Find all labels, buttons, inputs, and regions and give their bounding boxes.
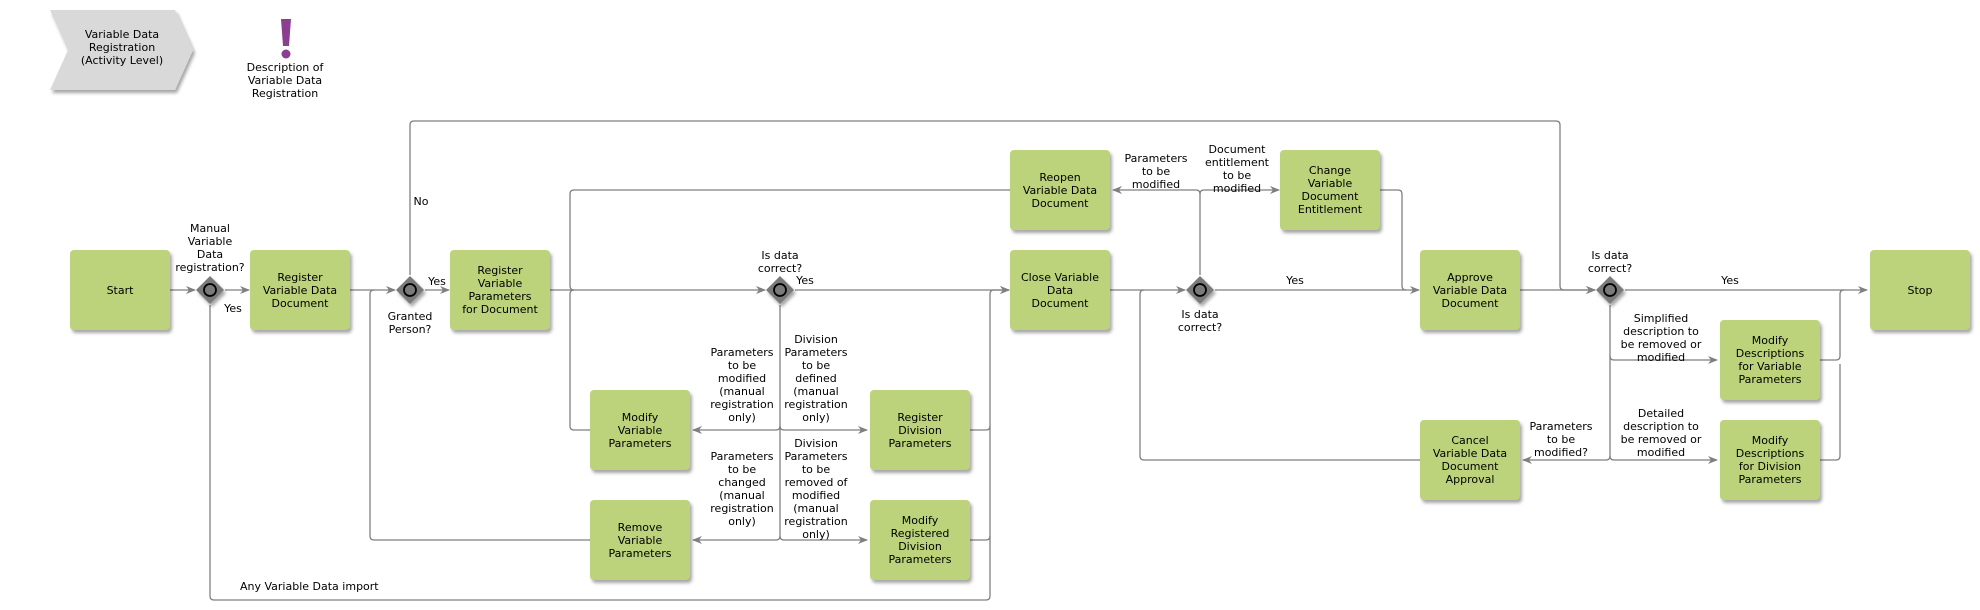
gateway-g5-label: Is data correct?: [1587, 249, 1633, 275]
activity-modify-registered-division-parameters[interactable]: Modify Registered Division Parameters: [870, 500, 970, 580]
description-label: Description of Variable Data Registratio…: [246, 61, 324, 100]
edge-desc-vp-merge: [1820, 289, 1845, 361]
gateway-g4[interactable]: [1186, 276, 1214, 304]
edge-g2-no: [409, 120, 1596, 294]
activity-modify-descriptions-variable-parameters[interactable]: Modify Descriptions for Variable Paramet…: [1720, 320, 1820, 400]
edge-change-approve: [1380, 189, 1407, 291]
activity-change-document-entitlement[interactable]: Change Variable Document Entitlement: [1280, 150, 1380, 230]
edge-label-g1-yes: Yes: [224, 302, 242, 315]
gateway-g2[interactable]: [396, 276, 424, 304]
activity-register-division-parameters[interactable]: Register Division Parameters: [870, 390, 970, 470]
edge-label-entitlement-modified: Document entitlement to be modified: [1204, 143, 1269, 195]
activity-register-variable-data-document[interactable]: Register Variable Data Document: [250, 250, 350, 330]
edge-desc-dp-merge: [1820, 364, 1841, 461]
activity-close-variable-data-document[interactable]: Close Variable Data Document: [1010, 250, 1110, 330]
edge-modify-vp-loop: [569, 289, 590, 431]
gateway-g3-label: Is data correct?: [757, 249, 803, 275]
edge-label-detailed-description: Detailed description to be removed or mo…: [1620, 407, 1702, 459]
edge-label-any-import: Any Variable Data import: [240, 580, 379, 593]
edge-label-g2-no: No: [413, 195, 429, 208]
process-interface-label: Variable Data Registration (Activity Lev…: [80, 28, 164, 67]
edge-label-g3-yes: Yes: [796, 274, 814, 287]
gateway-g5[interactable]: [1596, 276, 1624, 304]
activity-register-variable-parameters[interactable]: Register Variable Parameters for Documen…: [450, 250, 550, 330]
edge-label-params-changed-manual: Parameters to be changed (manual registr…: [710, 450, 774, 528]
edge-label-g4-yes: Yes: [1286, 274, 1304, 287]
edge-g3-modify-vp: [692, 425, 781, 434]
edge-register-dp-merge: [970, 425, 991, 431]
edge-g3-register-dp: [779, 425, 868, 434]
gateway-g4-label: Is data correct?: [1177, 308, 1223, 334]
exclamation-icon[interactable]: [281, 19, 291, 59]
edge-modify-rdp-merge: [970, 535, 991, 541]
gateway-g1-label: Manual Variable Data registration?: [175, 222, 245, 274]
edge-label-params-modified-manual: Parameters to be modified (manual regist…: [710, 346, 774, 424]
edge-label-params-to-be-modified: Parameters to be modified: [1124, 152, 1188, 191]
edge-label-division-defined-manual: Division Parameters to be defined (manua…: [784, 333, 848, 424]
gateway-g2-label: Granted Person?: [387, 310, 433, 336]
gateway-g3[interactable]: [766, 276, 794, 304]
edge-label-simplified-description: Simplified description to be removed or …: [1620, 312, 1702, 364]
activity-remove-variable-parameters[interactable]: Remove Variable Parameters: [590, 500, 690, 580]
end-event-stop[interactable]: Stop: [1870, 250, 1970, 330]
activity-reopen-variable-data-document[interactable]: Reopen Variable Data Document: [1010, 150, 1110, 230]
edge-label-g2-yes: Yes: [428, 275, 446, 288]
activity-approve-variable-data-document[interactable]: Approve Variable Data Document: [1420, 250, 1520, 330]
edge-label-params-modified-question: Parameters to be modified?: [1529, 420, 1593, 459]
edge-label-division-removed-manual: Division Parameters to be removed of mod…: [784, 437, 848, 541]
gateway-g1[interactable]: [196, 276, 224, 304]
activity-modify-variable-parameters[interactable]: Modify Variable Parameters: [590, 390, 690, 470]
edge-g3-remove-vp: [692, 535, 781, 544]
edge-reopen-loop: [569, 189, 1010, 291]
activity-cancel-document-approval[interactable]: Cancel Variable Data Document Approval: [1420, 420, 1520, 500]
activity-modify-descriptions-division-parameters[interactable]: Modify Descriptions for Division Paramet…: [1720, 420, 1820, 500]
edge-label-g5-yes: Yes: [1721, 274, 1739, 287]
start-event[interactable]: Start: [70, 250, 170, 330]
